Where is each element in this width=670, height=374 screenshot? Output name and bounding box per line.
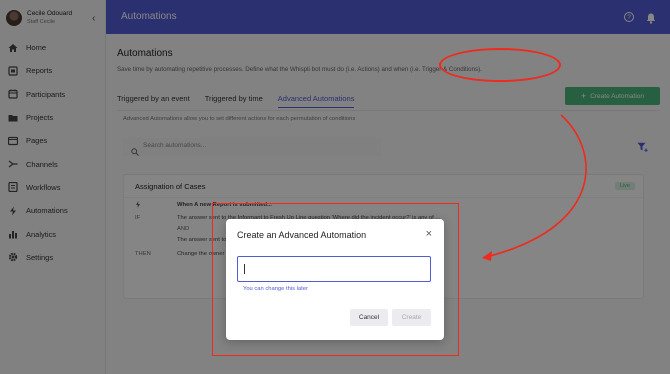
cancel-button[interactable]: Cancel xyxy=(350,309,388,326)
automation-name-input[interactable] xyxy=(237,256,431,282)
text-caret xyxy=(244,264,245,274)
create-automation-dialog: Create an Advanced Automation × You can … xyxy=(226,219,444,340)
create-button[interactable]: Create xyxy=(392,309,431,326)
close-icon[interactable]: × xyxy=(426,228,432,240)
dialog-title: Create an Advanced Automation xyxy=(237,230,367,240)
input-helper-text: You can change this later xyxy=(243,286,308,292)
